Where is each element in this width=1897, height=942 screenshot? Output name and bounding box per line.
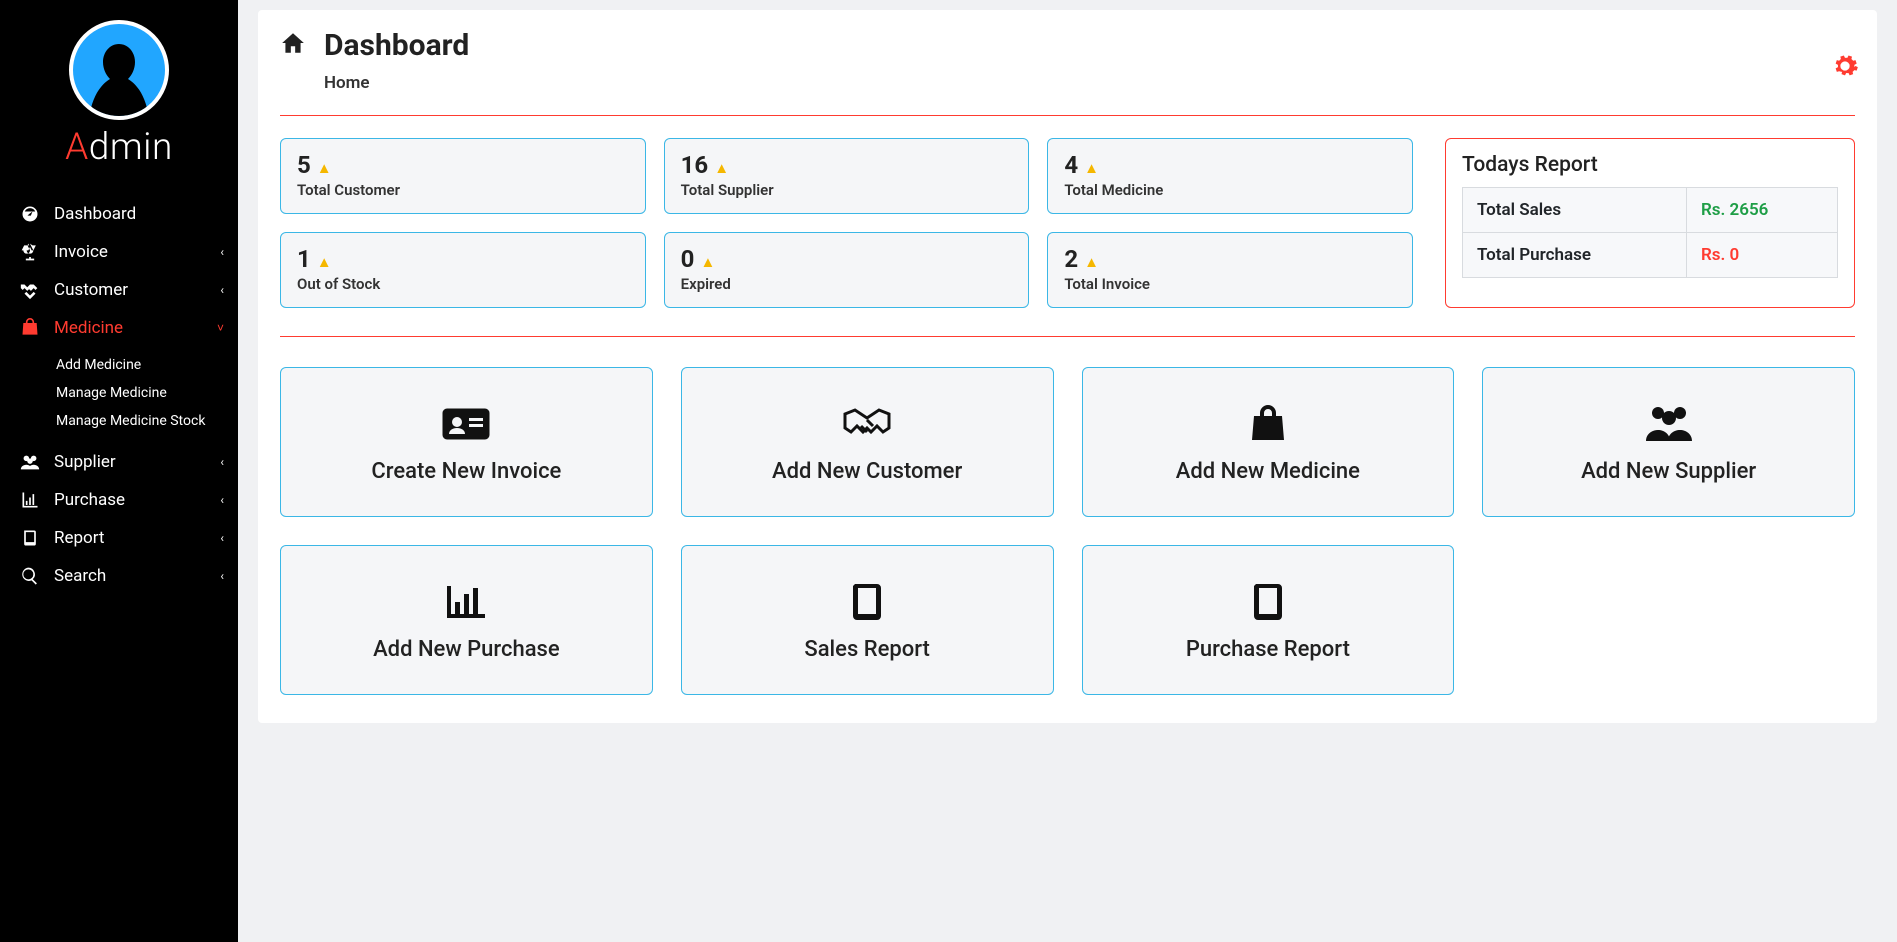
warning-icon: ▲ [714,159,729,177]
sidebar-item-label: Medicine [54,318,123,338]
chevron-left-icon: ‹ [220,531,224,545]
sidebar-item-report[interactable]: Report ‹ [0,519,238,557]
action-label: Add New Customer [772,459,962,484]
sidebar-subitem-manage-medicine-stock[interactable]: Manage Medicine Stock [0,407,238,435]
sidebar-title: Admin [65,126,173,169]
sidebar-item-customer[interactable]: Customer ‹ [0,271,238,309]
warning-icon: ▲ [1084,253,1099,271]
sidebar-item-label: Invoice [54,242,108,262]
divider [280,336,1855,337]
divider [280,115,1855,116]
sidebar-item-label: Search [54,566,106,586]
report-row-value: Rs. 2656 [1686,188,1837,233]
sidebar-item-medicine[interactable]: Medicine ˅ [0,309,238,347]
chart-icon [18,488,42,512]
scale-icon [18,240,42,264]
sidebar-item-purchase[interactable]: Purchase ‹ [0,481,238,519]
home-icon [280,30,306,56]
action-add-purchase[interactable]: Add New Purchase [280,545,653,695]
book-icon [18,526,42,550]
action-label: Sales Report [804,637,929,662]
table-row: Total Sales Rs. 2656 [1463,188,1838,233]
page-title: Dashboard [324,28,469,63]
sidebar-profile: Admin [0,0,238,177]
sidebar-item-label: Supplier [54,452,116,472]
page-header: Dashboard Home [280,28,1855,93]
action-sales-report[interactable]: Sales Report [681,545,1054,695]
main-content: Dashboard Home 5▲ Total Customer 16▲ T [238,0,1897,942]
report-row-value: Rs. 0 [1686,233,1837,278]
warning-icon: ▲ [1084,159,1099,177]
stat-total-medicine[interactable]: 4▲ Total Medicine [1047,138,1413,214]
handshake-icon [18,278,42,302]
sidebar-subitem-add-medicine[interactable]: Add Medicine [0,351,238,379]
sidebar-item-label: Dashboard [54,204,136,224]
bag-icon [18,316,42,340]
action-label: Add New Supplier [1581,459,1756,484]
stat-expired[interactable]: 0▲ Expired [664,232,1030,308]
avatar [69,20,169,120]
action-add-medicine[interactable]: Add New Medicine [1082,367,1455,517]
action-label: Create New Invoice [371,459,561,484]
chevron-left-icon: ‹ [220,455,224,469]
stat-total-customer[interactable]: 5▲ Total Customer [280,138,646,214]
sidebar-item-label: Report [54,528,104,548]
sidebar-subitem-manage-medicine[interactable]: Manage Medicine [0,379,238,407]
report-row-label: Total Purchase [1463,233,1687,278]
dashboard-icon [18,202,42,226]
chevron-left-icon: ‹ [220,569,224,583]
warning-icon: ▲ [317,253,332,271]
gear-icon [1831,52,1859,80]
sidebar-nav: Dashboard Invoice ‹ Customer ‹ [0,195,238,595]
sidebar: Admin Dashboard Invoice ‹ [0,0,238,942]
breadcrumb: Home [324,73,469,93]
action-label: Add New Medicine [1176,459,1360,484]
action-label: Purchase Report [1186,637,1350,662]
stat-out-of-stock[interactable]: 1▲ Out of Stock [280,232,646,308]
chart-icon [443,579,489,625]
sidebar-item-label: Customer [54,280,128,300]
book-icon [1248,579,1288,625]
actions-row-1: Create New Invoice Add New Customer Add … [280,367,1855,517]
warning-icon: ▲ [700,253,715,271]
warning-icon: ▲ [317,159,332,177]
id-card-icon [442,401,490,447]
chevron-left-icon: ‹ [220,283,224,297]
action-create-invoice[interactable]: Create New Invoice [280,367,653,517]
avatar-silhouette [74,34,164,120]
sidebar-submenu-medicine: Add Medicine Manage Medicine Manage Medi… [0,347,238,443]
action-purchase-report[interactable]: Purchase Report [1082,545,1455,695]
settings-button[interactable] [1831,52,1859,80]
sidebar-item-label: Purchase [54,490,125,510]
book-icon [847,579,887,625]
action-add-supplier[interactable]: Add New Supplier [1482,367,1855,517]
sidebar-item-dashboard[interactable]: Dashboard [0,195,238,233]
users-icon [1642,401,1696,447]
chevron-down-icon: ˅ [217,321,224,335]
action-label: Add New Purchase [373,637,560,662]
sidebar-item-supplier[interactable]: Supplier ‹ [0,443,238,481]
sidebar-item-invoice[interactable]: Invoice ‹ [0,233,238,271]
users-icon [18,450,42,474]
todays-report-title: Todays Report [1462,153,1838,177]
stat-total-supplier[interactable]: 16▲ Total Supplier [664,138,1030,214]
search-icon [18,564,42,588]
bag-icon [1246,401,1290,447]
page-card: Dashboard Home 5▲ Total Customer 16▲ T [258,10,1877,723]
handshake-icon [839,401,895,447]
stats-grid: 5▲ Total Customer 16▲ Total Supplier 4▲ … [280,138,1413,308]
chevron-left-icon: ‹ [220,245,224,259]
chevron-left-icon: ‹ [220,493,224,507]
sidebar-item-search[interactable]: Search ‹ [0,557,238,595]
report-row-label: Total Sales [1463,188,1687,233]
table-row: Total Purchase Rs. 0 [1463,233,1838,278]
todays-report-card: Todays Report Total Sales Rs. 2656 Total… [1445,138,1855,308]
todays-report-table: Total Sales Rs. 2656 Total Purchase Rs. … [1462,187,1838,278]
stat-total-invoice[interactable]: 2▲ Total Invoice [1047,232,1413,308]
actions-row-2: Add New Purchase Sales Report Purchase R… [280,545,1855,695]
action-add-customer[interactable]: Add New Customer [681,367,1054,517]
